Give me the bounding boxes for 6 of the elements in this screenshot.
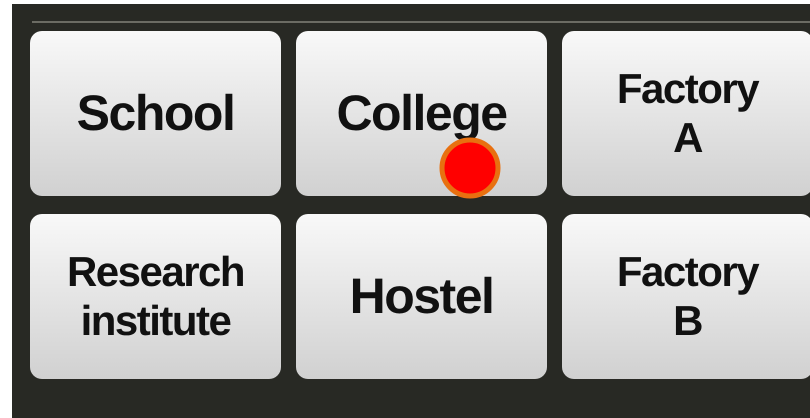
place-button[interactable]: Hostel: [296, 214, 547, 379]
place-button[interactable]: Factory B: [562, 214, 810, 379]
place-button[interactable]: School: [30, 31, 281, 196]
place-button[interactable]: Research institute: [30, 214, 281, 379]
place-button[interactable]: Factory A: [562, 31, 810, 196]
place-button[interactable]: College: [296, 31, 547, 196]
